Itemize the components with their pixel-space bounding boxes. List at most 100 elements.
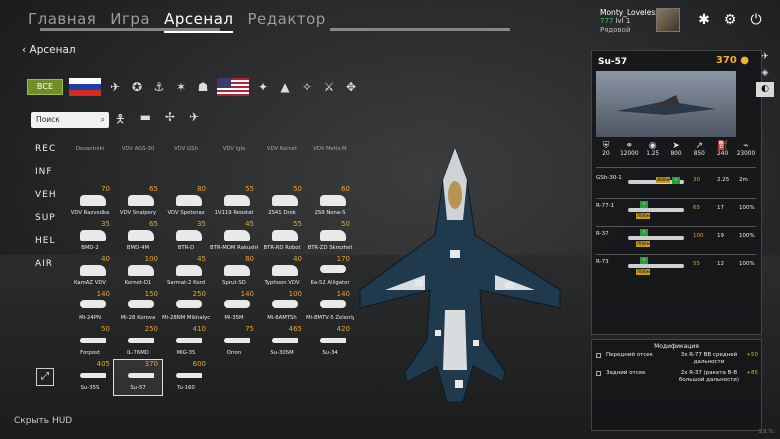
unit-card[interactable]: 65 VDV Snaipery	[114, 185, 162, 220]
unit-card[interactable]: 55 1V119 Reostat	[210, 185, 258, 220]
unit-name: Ka-52 Alligator	[310, 280, 350, 286]
unit-card[interactable]: VDV AGS-30	[114, 146, 162, 185]
helicopter-type-icon[interactable]: ✢	[165, 110, 175, 131]
unit-card[interactable]: VDV GSh	[162, 146, 210, 185]
rangers-emblem-icon[interactable]: ✧	[299, 79, 315, 95]
unit-cost: 250	[144, 325, 158, 333]
tab-arsenal[interactable]: Арсенал	[164, 10, 234, 33]
paratrooper-emblem-icon[interactable]: ✈	[107, 79, 123, 95]
pin-icon[interactable]: ✈	[756, 50, 774, 65]
unit-card[interactable]: 80 VDV Spetsnaz	[162, 185, 210, 220]
marines-emblem-icon[interactable]: ☗	[195, 79, 211, 95]
unit-card[interactable]: 405 Su-35S	[66, 360, 114, 395]
unit-details-panel: Su-57 370 ● ⛨ 20 ⚭ 12000 ◉ 1.25 ➤ 800 ↗ 850 ⛽ 240 ⌁ 2…	[591, 50, 762, 335]
filter-all-button[interactable]: ВСЕ	[27, 79, 63, 95]
breadcrumb[interactable]: ‹ Арсенал	[22, 44, 76, 56]
unit-cost: 55	[293, 220, 302, 228]
unit-card[interactable]: Desantniki	[66, 146, 114, 185]
unit-card[interactable]: 35 BMD-2	[66, 220, 114, 255]
spetsnaz-emblem-icon[interactable]: ✶	[173, 79, 189, 95]
air-silhouette-icon	[128, 338, 154, 343]
unit-cost: 45	[197, 255, 206, 263]
unit-card[interactable]: 35 BTR-D	[162, 220, 210, 255]
unit-card[interactable]: VDV Kornet	[258, 146, 306, 185]
unit-card[interactable]: 40 KamAZ VDV	[66, 255, 114, 290]
tab-game[interactable]: Игра	[110, 10, 150, 33]
unit-card[interactable]: 75 Orion	[210, 325, 258, 360]
unit-card[interactable]: 65 BMD-4M	[114, 220, 162, 255]
unit-card[interactable]: 70 VDV Razvedka	[66, 185, 114, 220]
inf-silhouette-icon	[176, 195, 202, 206]
hide-hud-button[interactable]: Скрыть HUD	[14, 416, 72, 426]
unit-card[interactable]: 465 Su-30SM	[258, 325, 306, 360]
unit-card[interactable]: 250 IL-76MD	[114, 325, 162, 360]
search-input[interactable]: Поиск ⌕	[31, 112, 109, 128]
unit-card[interactable]: 150 Mi-28 Korova	[114, 290, 162, 325]
unit-card[interactable]: 170 Ka-52 Alligator	[306, 255, 354, 290]
usa-flag-icon[interactable]	[217, 78, 249, 96]
weapon-row[interactable]: R-73 7000м ✓ 55 12 100%	[596, 257, 758, 275]
unit-card[interactable]: VDV Igla	[210, 146, 258, 185]
unit-card[interactable]: 60 2S9 Nona-S	[306, 185, 354, 220]
paint-icon[interactable]: ◈	[756, 66, 774, 81]
air-silhouette-icon	[224, 338, 250, 343]
army-emblem-icon[interactable]: ✪	[129, 79, 145, 95]
unit-card[interactable]: 100 Mi-8AMTSh	[258, 290, 306, 325]
toggle-icon[interactable]: ◐	[756, 82, 774, 97]
inf-silhouette-icon	[80, 195, 106, 206]
unit-card[interactable]: 80 Sprut-SD	[210, 255, 258, 290]
unit-card[interactable]: 140 Mi-8MTV-5 Zelenly	[306, 290, 354, 325]
stat-item: ⌁ 23000	[736, 141, 756, 157]
category-veh[interactable]: VEH	[35, 190, 57, 200]
faction-filters: ВСЕ ✈ ✪ ⚓ ✶ ☗ ✦ ▲ ✧ ⚔ ✥	[27, 78, 359, 96]
seals-emblem-icon[interactable]: ⚔	[321, 79, 337, 95]
mod-checkbox[interactable]	[596, 353, 601, 358]
unit-cost: 600	[192, 360, 206, 368]
avatar[interactable]	[656, 8, 680, 32]
jet-type-icon[interactable]: ✈	[189, 110, 199, 131]
weapon-row[interactable]: GSh-30-1 3000м ✓ 30 2.25 2m	[596, 175, 758, 189]
unit-card[interactable]: VDV Metis-M	[306, 146, 354, 185]
gear-icon[interactable]: ⚙	[722, 12, 738, 28]
tab-editor[interactable]: Редактор	[247, 10, 325, 33]
unit-name: Sprut-SD	[222, 280, 246, 286]
usmc-emblem-icon[interactable]: ✦	[255, 79, 271, 95]
unit-card[interactable]: 140 Mi-24PN	[66, 290, 114, 325]
unit-cost: 140	[96, 290, 110, 298]
russia-flag-icon[interactable]	[69, 78, 101, 96]
category-inf[interactable]: INF	[35, 167, 57, 177]
unit-card[interactable]: 600 Tu-160	[162, 360, 210, 395]
airborne-emblem-icon[interactable]: ▲	[277, 79, 293, 95]
bug-icon[interactable]: ✱	[696, 12, 712, 28]
infantry-type-icon[interactable]: 🯅	[115, 110, 126, 131]
unit-card[interactable]: 370 Su-57	[113, 359, 163, 396]
unit-card[interactable]: 55 BTR-RD Robot	[258, 220, 306, 255]
unit-name: Mi-8AMTSh	[267, 315, 297, 321]
mod-checkbox[interactable]	[596, 371, 601, 376]
weapon-row[interactable]: R-37 7000м ✓ 100 19 100%	[596, 229, 758, 247]
unit-card[interactable]: 45 BTR-MDM Rakushka	[210, 220, 258, 255]
category-sup[interactable]: SUP	[35, 213, 57, 223]
navy-emblem-icon[interactable]: ⚓	[151, 79, 167, 95]
expand-icon[interactable]: ⤢	[36, 368, 54, 386]
unit-card[interactable]: 50 BTR-ZD Skrezhet	[306, 220, 354, 255]
unit-card[interactable]: 250 Mi-28NM Mikhalych	[162, 290, 210, 325]
tank-type-icon[interactable]: ▬	[140, 110, 151, 131]
unit-card[interactable]: 40 Typhoon VDV	[258, 255, 306, 290]
aviation-emblem-icon[interactable]: ✥	[343, 79, 359, 95]
category-rec[interactable]: REC	[35, 144, 57, 154]
unit-card[interactable]: 410 MiG-35	[162, 325, 210, 360]
power-icon[interactable]: ⏻	[748, 12, 764, 28]
unit-card[interactable]: 140 Mi-35M	[210, 290, 258, 325]
tab-main[interactable]: Главная	[28, 10, 96, 33]
unit-card[interactable]: 45 Sarmat-2 Kord	[162, 255, 210, 290]
unit-card[interactable]: 50 Forpost	[66, 325, 114, 360]
unit-card[interactable]: 420 Su-34	[306, 325, 354, 360]
unit-card[interactable]: 50 2S41 Drok	[258, 185, 306, 220]
air-silhouette-icon	[176, 373, 202, 378]
unit-card[interactable]: 100 Kornet-D1	[114, 255, 162, 290]
unit-cost: 465	[288, 325, 302, 333]
category-hel[interactable]: HEL	[35, 236, 57, 246]
category-air[interactable]: AIR	[35, 259, 57, 269]
weapon-row[interactable]: R-77-1 7000м ✓ 65 17 100%	[596, 201, 758, 219]
